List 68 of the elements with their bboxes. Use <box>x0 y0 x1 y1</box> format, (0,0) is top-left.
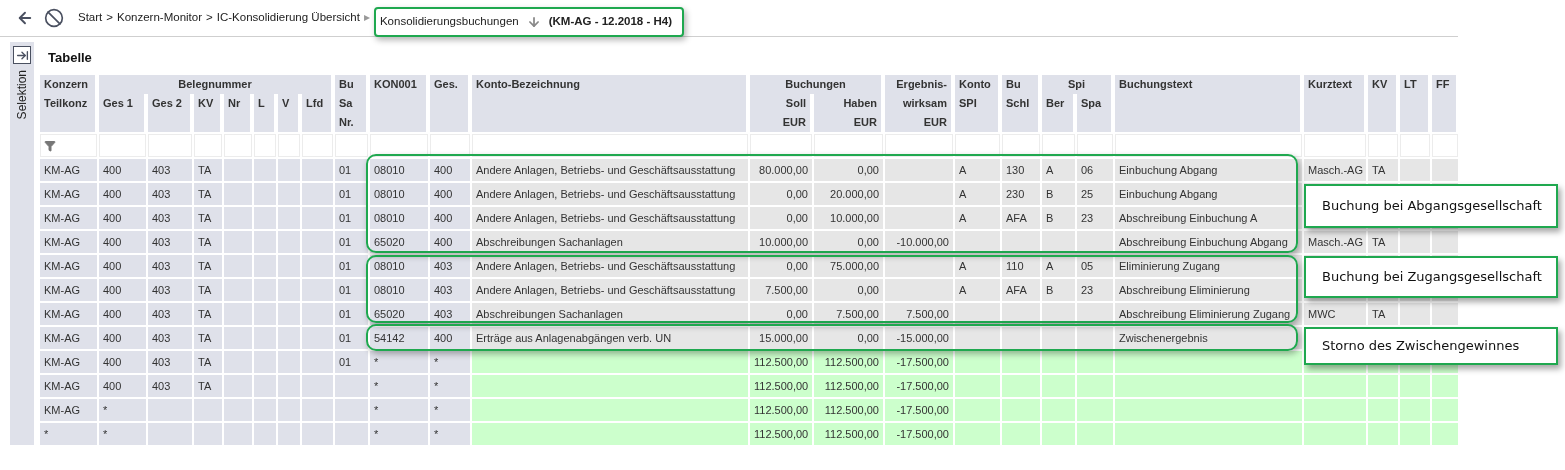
column-header[interactable]: Ges. <box>428 75 470 132</box>
table-cell: Andere Anlagen, Betriebs- und Geschäftsausstattung <box>471 182 749 206</box>
table-cell: KM-AG <box>39 326 98 350</box>
column-header[interactable]: Konzern Teilkonz <box>38 75 97 132</box>
column-header[interactable]: FF <box>1430 75 1458 132</box>
callout-box: Storno des Zwischengewinnes <box>1304 327 1558 365</box>
breadcrumb-separator: ▸ <box>363 10 370 26</box>
column-header[interactable]: Konto SPI <box>953 75 1000 132</box>
table-cell: Einbuchung Abgang <box>1114 158 1303 182</box>
column-header[interactable]: KV <box>192 94 222 132</box>
table-cell: KM-AG <box>39 158 98 182</box>
column-header[interactable]: Ber <box>1040 94 1075 132</box>
breadcrumb-link[interactable]: Start <box>78 9 103 27</box>
table-cell: KM-AG <box>39 230 98 254</box>
breadcrumb-link[interactable]: IC-Konsolidierung Übersicht <box>216 9 360 27</box>
table-cell: Andere Anlagen, Betriebs- und Geschäftsausstattung <box>471 278 749 302</box>
column-header[interactable]: Bu Sa Nr. <box>333 75 368 132</box>
table-cell: KM-AG <box>39 206 98 230</box>
column-header[interactable]: Soll EUR <box>748 94 812 132</box>
column-header[interactable]: Spa <box>1075 94 1113 132</box>
column-header[interactable]: Ergebnis- wirksam EUR <box>883 75 953 132</box>
column-group-header: Buchungen <box>748 75 883 94</box>
column-header[interactable]: Konto-Bezeichnung <box>470 75 748 132</box>
breadcrumb-current: Konsolidierungsbuchungen <box>379 13 519 29</box>
expand-panel-icon[interactable] <box>13 46 31 64</box>
column-header[interactable]: L <box>252 94 276 132</box>
column-header[interactable]: V <box>276 94 300 132</box>
column-group-header: Spi <box>1040 75 1113 94</box>
column-header[interactable]: Kurztext <box>1302 75 1366 132</box>
breadcrumb-separator: > <box>106 10 113 26</box>
table-cell: Andere Anlagen, Betriebs- und Geschäftsausstattung <box>471 158 749 182</box>
table-cell: KM-AG <box>39 278 98 302</box>
sidebar-label: Selektion <box>14 70 30 120</box>
callout-box: Buchung bei Abgangsgesellschaft <box>1304 184 1558 228</box>
cancel-icon[interactable] <box>44 8 64 28</box>
callout-box: Buchung bei Zugangsgesellschaft <box>1304 256 1558 298</box>
table-cell: KM-AG <box>39 254 98 278</box>
selection-sidebar[interactable]: Selektion <box>10 42 34 445</box>
breadcrumb-link[interactable]: Konzern-Monitor <box>117 9 203 27</box>
table-cell: Abschreibung Eliminierung <box>1114 278 1303 302</box>
column-header[interactable]: Ges 1 <box>97 94 146 132</box>
column-header[interactable]: KV <box>1366 75 1398 132</box>
table-cell: KM-AG <box>39 182 98 206</box>
table-cell: 54142 <box>369 326 429 350</box>
context-label: (KM-AG - 12.2018 - H4) <box>548 13 673 29</box>
table-title: Tabelle <box>48 49 93 67</box>
column-group-header: Belegnummer <box>97 75 333 94</box>
table-cell: KM-AG <box>39 374 98 398</box>
column-header[interactable]: Haben EUR <box>812 94 883 132</box>
table-cell: Andere Anlagen, Betriebs- und Geschäftsausstattung <box>471 206 749 230</box>
table-cell: KM-AG <box>39 398 98 422</box>
column-header[interactable]: Nr <box>222 94 252 132</box>
breadcrumb-separator: > <box>206 10 213 26</box>
table-cell: Erträge aus Anlagenabgängen verb. UN <box>471 326 749 350</box>
column-header[interactable]: Ges 2 <box>146 94 192 132</box>
column-header[interactable]: KON001 <box>368 75 428 132</box>
column-header[interactable]: Buchungstext <box>1113 75 1302 132</box>
table-cell: Zwischenergebnis <box>1114 326 1303 350</box>
filter-icon[interactable] <box>44 139 56 152</box>
column-header[interactable]: Lfd <box>300 94 333 132</box>
table-cell: KM-AG <box>39 302 98 326</box>
table-cell: * <box>39 422 98 446</box>
back-icon[interactable] <box>16 9 34 27</box>
column-header[interactable]: Bu Schl <box>1000 75 1040 132</box>
table-cell: Abschreibung Einbuchung A <box>1114 206 1303 230</box>
table-cell: Einbuchung Abgang <box>1114 182 1303 206</box>
table-cell: KM-AG <box>39 350 98 374</box>
column-header[interactable]: LT <box>1398 75 1430 132</box>
